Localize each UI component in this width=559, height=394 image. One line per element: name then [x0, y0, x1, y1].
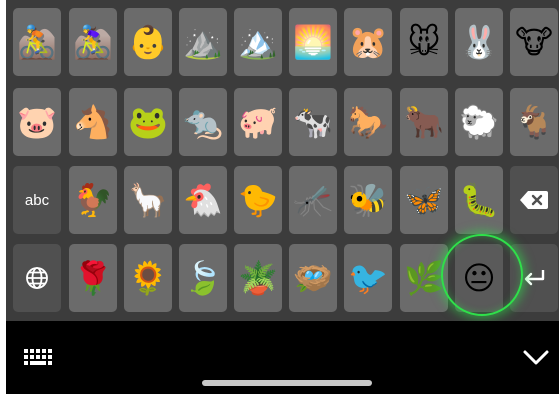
- emoji-key-rose[interactable]: 🌹: [69, 244, 117, 312]
- emoji-key-baby[interactable]: 👶: [124, 8, 172, 76]
- sheep-emoji: 🐑: [459, 103, 499, 141]
- emoji-key-goat[interactable]: 🐐: [510, 88, 558, 156]
- mountain-biker-woman-emoji: 🚵‍♀️: [73, 23, 113, 61]
- emoji-key-ox[interactable]: 🐂: [400, 88, 448, 156]
- emoji-key-pig[interactable]: 🐖: [234, 88, 282, 156]
- keyboard-row-1: 🚵 🚵‍♀️ 👶 ⛰️ 🏔️ 🌅 🐹 🐭 🐰 🐮: [6, 8, 559, 76]
- emoji-key-cow[interactable]: 🐄: [289, 88, 337, 156]
- keyboard-row-3: abc 🐓 🦙 🐔 🐤 🦟 🐝 🦋 🐛: [6, 166, 559, 234]
- horse-emoji: 🐎: [348, 103, 388, 141]
- emoji-key-mosquito[interactable]: 🦟: [289, 166, 337, 234]
- pig-face-emoji: 🐷: [17, 103, 57, 141]
- emoji-key-cow-face[interactable]: 🐮: [510, 8, 558, 76]
- butterfly-emoji: 🦋: [404, 181, 444, 219]
- neutral-face-emoji: 😐: [462, 259, 496, 297]
- emoji-key-rat[interactable]: 🐀: [179, 88, 227, 156]
- sunrise-emoji: 🌅: [293, 23, 333, 61]
- emoji-key-horse-face[interactable]: 🐴: [69, 88, 117, 156]
- keyboard-row-2: 🐷 🐴 🐸 🐀 🐖 🐄 🐎 🐂 🐑 🐐: [6, 88, 559, 156]
- emoji-key-frog[interactable]: 🐸: [124, 88, 172, 156]
- sunflower-emoji: 🌻: [128, 259, 168, 297]
- keyboard-icon[interactable]: [22, 347, 56, 369]
- ox-emoji: 🐂: [404, 103, 444, 141]
- emoji-key-llama[interactable]: 🦙: [124, 166, 172, 234]
- emoji-key-sunrise[interactable]: 🌅: [289, 8, 337, 76]
- emoji-key-bee[interactable]: 🐝: [344, 166, 392, 234]
- emoji-key-rooster[interactable]: 🐓: [69, 166, 117, 234]
- bird-emoji: 🐦: [348, 259, 388, 297]
- hamster-emoji: 🐹: [348, 23, 388, 61]
- baby-emoji: 👶: [128, 23, 168, 61]
- llama-emoji: 🦙: [128, 181, 168, 219]
- rose-emoji: 🌹: [73, 259, 113, 297]
- chevron-down-icon[interactable]: [522, 346, 550, 368]
- emoji-key-potted-plant[interactable]: 🪴: [234, 244, 282, 312]
- emoji-key-butterfly[interactable]: 🦋: [400, 166, 448, 234]
- nest-with-eggs-emoji: 🪺: [293, 259, 333, 297]
- emoji-key-caterpillar[interactable]: 🐛: [455, 166, 503, 234]
- emoji-key-neutral-face[interactable]: 😐: [455, 244, 503, 312]
- mouse-face-emoji: 🐭: [407, 23, 441, 61]
- snow-mountain-emoji: 🏔️: [238, 23, 278, 61]
- emoji-key-herb[interactable]: 🌿: [400, 244, 448, 312]
- emoji-key-leaves[interactable]: 🍃: [179, 244, 227, 312]
- emoji-key-bird[interactable]: 🐦: [344, 244, 392, 312]
- emoji-key-sheep[interactable]: 🐑: [455, 88, 503, 156]
- emoji-key-hamster[interactable]: 🐹: [344, 8, 392, 76]
- language-key[interactable]: [13, 244, 61, 312]
- caterpillar-emoji: 🐛: [459, 181, 499, 219]
- return-icon: [521, 267, 547, 289]
- mountain-biker-emoji: 🚵: [17, 23, 57, 61]
- mosquito-emoji: 🦟: [293, 181, 333, 219]
- leaves-emoji: 🍃: [183, 259, 223, 297]
- emoji-key-mountain[interactable]: ⛰️: [179, 8, 227, 76]
- backspace-icon: [519, 189, 549, 211]
- cow-emoji: 🐄: [293, 103, 333, 141]
- horse-face-emoji: 🐴: [73, 103, 113, 141]
- emoji-key-horse[interactable]: 🐎: [344, 88, 392, 156]
- chicken-emoji: 🐔: [183, 181, 223, 219]
- keyboard-bottom-bar: [6, 321, 559, 394]
- frog-emoji: 🐸: [128, 103, 168, 141]
- emoji-key-pig-face[interactable]: 🐷: [13, 88, 61, 156]
- keyboard-row-4: 🌹 🌻 🍃 🪴 🪺 🐦 🌿 😐: [6, 244, 559, 312]
- goat-emoji: 🐐: [514, 103, 554, 141]
- potted-plant-emoji: 🪴: [238, 259, 278, 297]
- home-indicator[interactable]: [202, 380, 372, 386]
- rat-emoji: 🐀: [183, 103, 223, 141]
- emoji-key-nest-with-eggs[interactable]: 🪺: [289, 244, 337, 312]
- delete-key[interactable]: [510, 166, 558, 234]
- bee-emoji: 🐝: [348, 181, 388, 219]
- emoji-keyboard: 🚵 🚵‍♀️ 👶 ⛰️ 🏔️ 🌅 🐹 🐭 🐰 🐮 🐷 🐴 🐸 🐀 🐖 🐄 🐎 🐂 🐑 🐐 abc 🐓 🦙 🐔 🐤 🦟 🐝 🦋 🐛 🌹…: [6, 0, 559, 321]
- abc-key-label: abc: [24, 191, 50, 209]
- rooster-emoji: 🐓: [73, 181, 113, 219]
- chick-emoji: 🐤: [238, 181, 278, 219]
- emoji-key-mountain-biker-woman[interactable]: 🚵‍♀️: [69, 8, 117, 76]
- cow-face-emoji: 🐮: [515, 23, 553, 61]
- return-key[interactable]: [510, 244, 558, 312]
- emoji-key-chicken[interactable]: 🐔: [179, 166, 227, 234]
- rabbit-face-emoji: 🐰: [459, 23, 499, 61]
- emoji-key-sunflower[interactable]: 🌻: [124, 244, 172, 312]
- globe-icon: [25, 266, 49, 290]
- emoji-key-chick[interactable]: 🐤: [234, 166, 282, 234]
- emoji-key-rabbit-face[interactable]: 🐰: [455, 8, 503, 76]
- mountain-emoji: ⛰️: [183, 23, 223, 61]
- emoji-key-mouse-face[interactable]: 🐭: [400, 8, 448, 76]
- abc-key[interactable]: abc: [13, 166, 61, 234]
- herb-emoji: 🌿: [404, 259, 444, 297]
- emoji-key-snow-mountain[interactable]: 🏔️: [234, 8, 282, 76]
- pig-emoji: 🐖: [238, 103, 278, 141]
- emoji-key-mountain-biker[interactable]: 🚵: [13, 8, 61, 76]
